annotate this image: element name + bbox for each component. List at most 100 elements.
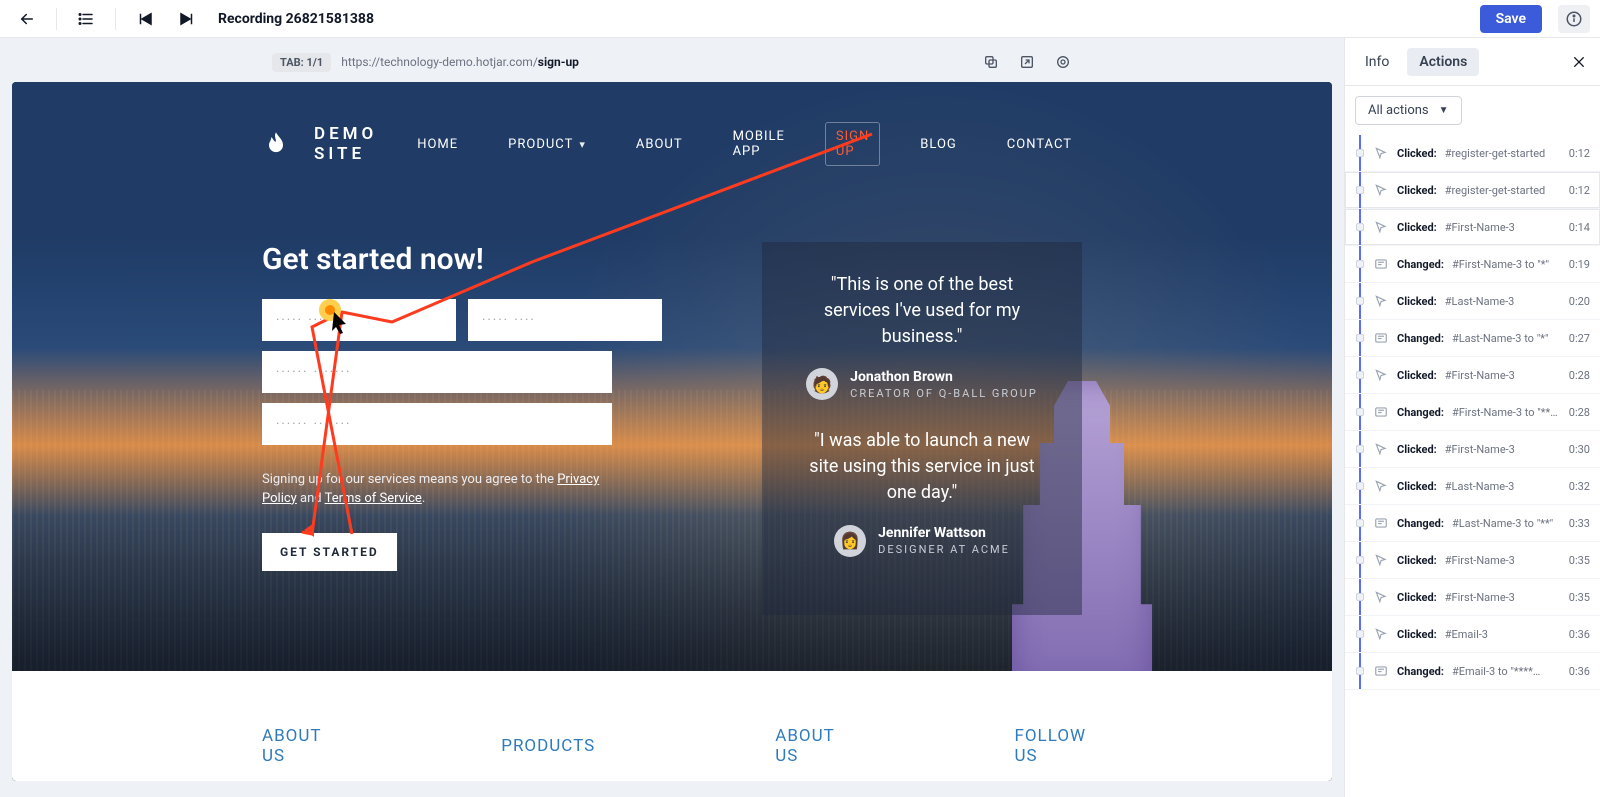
site-nav: DEMO SITE HOME PRODUCT ABOUT MOBILE APP … <box>12 122 1332 166</box>
event-target: #First-Name-3 <box>1445 554 1515 567</box>
keyboard-icon <box>1373 515 1389 531</box>
event-type: Clicked: <box>1397 554 1437 567</box>
event-timestamp: 0:27 <box>1569 332 1590 345</box>
keyboard-icon <box>1373 330 1389 346</box>
footer-about-us-2: ABOUT US <box>775 726 834 766</box>
first-name-input[interactable] <box>262 299 456 341</box>
hero-headline: Get started now! <box>262 242 612 277</box>
consent-period: . <box>422 491 425 506</box>
testimonial-quote-1: "This is one of the best services I've u… <box>802 272 1042 350</box>
testimonial-quote-2: "I was able to launch a new site using t… <box>802 428 1042 506</box>
nav-links: HOME PRODUCT ABOUT MOBILE APP SIGN UP BL… <box>407 122 1082 166</box>
nav-sign-up[interactable]: SIGN UP <box>825 122 880 166</box>
cursor-click-icon <box>1373 219 1389 235</box>
nav-home[interactable]: HOME <box>407 131 468 158</box>
avatar: 🧑 <box>806 368 838 400</box>
event-row[interactable]: Clicked: #First-Name-30:28 <box>1345 357 1600 394</box>
divider <box>56 8 57 30</box>
event-timestamp: 0:12 <box>1569 184 1590 197</box>
panel-tabs: Info Actions <box>1345 38 1600 86</box>
keyboard-icon <box>1373 404 1389 420</box>
event-type: Changed: <box>1397 665 1444 678</box>
event-row[interactable]: Changed: #Last-Name-3 to "**"0:33 <box>1345 505 1600 542</box>
nav-blog[interactable]: BLOG <box>910 131 967 158</box>
back-button[interactable] <box>10 5 44 33</box>
nav-contact[interactable]: CONTACT <box>997 131 1082 158</box>
event-row[interactable]: Clicked: #First-Name-30:30 <box>1345 431 1600 468</box>
event-target: #First-Name-3 <box>1445 591 1515 604</box>
event-row[interactable]: Clicked: #Last-Name-30:32 <box>1345 468 1600 505</box>
url-bar: TAB: 1/1 https://technology-demo.hotjar.… <box>12 50 1332 80</box>
password-input[interactable] <box>262 403 612 445</box>
event-row[interactable]: Clicked: #Last-Name-30:20 <box>1345 283 1600 320</box>
event-row[interactable]: Changed: #Email-3 to "****…0:36 <box>1345 653 1600 690</box>
event-target: #register-get-started <box>1445 147 1546 160</box>
event-timestamp: 0:35 <box>1569 554 1590 567</box>
open-external-icon[interactable] <box>1018 53 1036 71</box>
event-row[interactable]: Clicked: #register-get-started0:12 <box>1345 172 1600 209</box>
event-timestamp: 0:20 <box>1569 295 1590 308</box>
event-row[interactable]: Changed: #First-Name-3 to "*"0:19 <box>1345 246 1600 283</box>
event-target: #First-Name-3 <box>1445 443 1515 456</box>
event-target: #register-get-started <box>1445 184 1546 197</box>
event-timestamp: 0:28 <box>1569 369 1590 382</box>
recorded-page-frame: DEMO SITE HOME PRODUCT ABOUT MOBILE APP … <box>12 82 1332 781</box>
page-url: https://technology-demo.hotjar.com/sign-… <box>341 55 579 69</box>
save-button[interactable]: Save <box>1480 5 1542 33</box>
event-type: Changed: <box>1397 258 1444 271</box>
tab-count-pill: TAB: 1/1 <box>272 53 331 72</box>
get-started-button[interactable]: GET STARTED <box>262 533 397 571</box>
nav-about[interactable]: ABOUT <box>626 131 693 158</box>
cursor-click-icon <box>1373 441 1389 457</box>
event-row[interactable]: Clicked: #First-Name-30:14 <box>1345 209 1600 246</box>
app-topbar: Recording 26821581388 Save <box>0 0 1600 38</box>
side-panel: Info Actions All actions ▼ Clicked: #reg… <box>1344 38 1600 797</box>
event-row[interactable]: Changed: #First-Name-3 to "**…0:28 <box>1345 394 1600 431</box>
url-dim: https://technology-demo.hotjar.com/ <box>341 55 538 69</box>
event-timestamp: 0:36 <box>1569 628 1590 641</box>
event-type: Clicked: <box>1397 480 1437 493</box>
target-icon[interactable] <box>1054 53 1072 71</box>
footer-products: PRODUCTS <box>501 736 595 756</box>
nav-product[interactable]: PRODUCT <box>498 131 596 158</box>
actions-filter-dropdown[interactable]: All actions ▼ <box>1355 96 1462 125</box>
nav-mobile-app[interactable]: MOBILE APP <box>723 123 795 165</box>
event-row[interactable]: Changed: #Last-Name-3 to "*"0:27 <box>1345 320 1600 357</box>
avatar: 👩 <box>834 525 866 557</box>
site-brand: DEMO SITE <box>314 124 407 164</box>
event-type: Clicked: <box>1397 295 1437 308</box>
event-target: #First-Name-3 to "**… <box>1452 406 1558 419</box>
cursor-click-icon <box>1373 367 1389 383</box>
event-target: #First-Name-3 to "*" <box>1452 258 1549 271</box>
event-row[interactable]: Clicked: #First-Name-30:35 <box>1345 579 1600 616</box>
copy-icon[interactable] <box>982 53 1000 71</box>
event-type: Clicked: <box>1397 369 1437 382</box>
event-timestamp: 0:28 <box>1569 406 1590 419</box>
close-icon[interactable] <box>1566 49 1592 75</box>
email-input[interactable] <box>262 351 612 393</box>
event-type: Clicked: <box>1397 591 1437 604</box>
event-row[interactable]: Clicked: #register-get-started0:12 <box>1345 135 1600 172</box>
event-timestamp: 0:33 <box>1569 517 1590 530</box>
next-recording-button[interactable] <box>170 5 204 33</box>
actions-filter-label: All actions <box>1368 103 1429 118</box>
event-target: #Last-Name-3 to "*" <box>1452 332 1549 345</box>
cursor-click-icon <box>1373 626 1389 642</box>
event-type: Clicked: <box>1397 147 1437 160</box>
terms-of-service-link[interactable]: Terms of Service <box>325 491 422 506</box>
consent-and: and <box>297 491 325 506</box>
info-icon[interactable] <box>1558 5 1590 33</box>
signup-form: Get started now! Signing up for our serv… <box>262 242 612 615</box>
list-icon[interactable] <box>69 5 103 33</box>
testimonials: "This is one of the best services I've u… <box>762 242 1082 615</box>
testimonial-name-1: Jonathon Brown <box>850 369 1038 385</box>
divider <box>115 8 116 30</box>
event-target: #First-Name-3 <box>1445 221 1515 234</box>
tab-actions[interactable]: Actions <box>1407 48 1479 76</box>
events-list[interactable]: Clicked: #register-get-started0:12Clicke… <box>1345 135 1600 797</box>
last-name-input[interactable] <box>468 299 662 341</box>
event-row[interactable]: Clicked: #Email-30:36 <box>1345 616 1600 653</box>
event-row[interactable]: Clicked: #First-Name-3 0:35 <box>1345 542 1600 579</box>
tab-info[interactable]: Info <box>1353 48 1401 76</box>
prev-recording-button[interactable] <box>128 5 162 33</box>
